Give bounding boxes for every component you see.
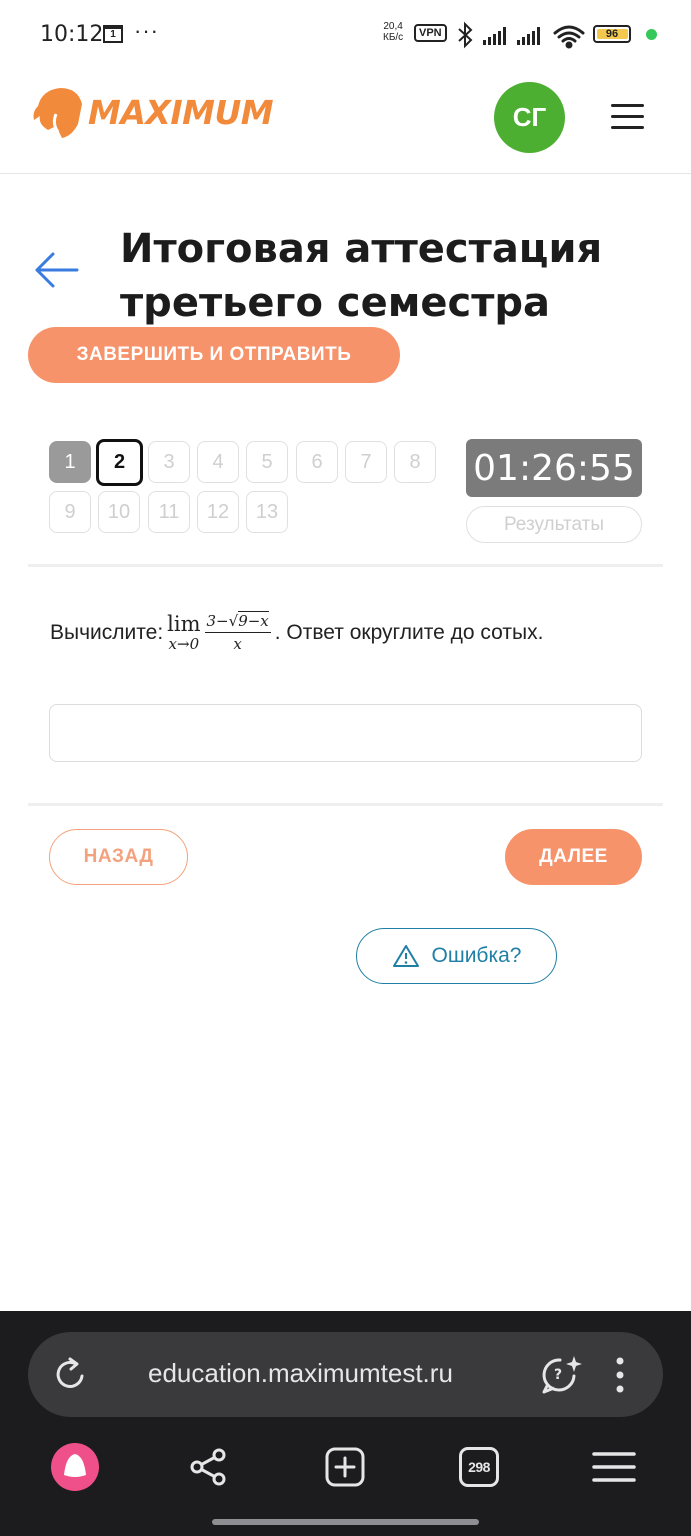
report-error-label: Ошибка? <box>431 944 522 967</box>
back-button[interactable]: НАЗАД <box>49 829 188 885</box>
question-nav-13[interactable]: 13 <box>246 491 288 533</box>
tabs-button[interactable]: 298 <box>453 1441 505 1493</box>
lim-word: lim <box>167 611 201 636</box>
share-button[interactable] <box>182 1441 234 1493</box>
limit-operator: lim x→0 <box>167 613 200 653</box>
mammoth-logo-icon <box>33 88 82 138</box>
question-nav-5[interactable]: 5 <box>246 441 288 483</box>
network-speed-value: 20,4 <box>383 21 403 32</box>
url-text[interactable]: education.maximumtest.ru <box>148 1358 453 1389</box>
network-speed-unit: КБ/с <box>383 32 404 43</box>
alice-assistant-button[interactable] <box>49 1441 101 1493</box>
report-error-button[interactable]: Ошибка? <box>356 928 557 984</box>
new-tab-button[interactable] <box>319 1441 371 1493</box>
question-text: Вычислите: lim x→0 3−√9−x x . Ответ окру… <box>50 611 650 653</box>
browser-bottom-nav: 298 <box>0 1441 691 1501</box>
answer-input[interactable] <box>49 704 642 762</box>
signal-2-icon <box>517 27 540 45</box>
bluetooth-icon <box>458 21 473 49</box>
back-arrow-icon[interactable] <box>33 250 79 290</box>
status-bar: 10:12 1 ··· 20,4 КБ/с VPN 96 <box>0 0 691 70</box>
plus-square-icon <box>325 1447 365 1487</box>
status-time: 10:12 <box>40 22 104 47</box>
question-nav-10[interactable]: 10 <box>98 491 140 533</box>
results-button[interactable]: Результаты <box>466 506 642 543</box>
fraction-numerator: 3−√9−x <box>204 611 271 633</box>
camera-indicator-dot <box>646 29 657 40</box>
vpn-icon: VPN <box>414 24 447 42</box>
finish-and-submit-button[interactable]: ЗАВЕРШИТЬ И ОТПРАВИТЬ <box>28 327 400 383</box>
svg-text:?: ? <box>554 1367 562 1383</box>
battery-icon: 96 <box>593 25 631 43</box>
fraction: 3−√9−x x <box>204 611 271 653</box>
alice-icon <box>51 1443 99 1491</box>
countdown-timer: 01:26:55 <box>466 439 642 497</box>
question-prefix: Вычислите: <box>50 620 164 644</box>
numerator-pre: 3−√ <box>206 612 239 630</box>
hamburger-menu-icon[interactable] <box>611 104 644 130</box>
question-nav-8[interactable]: 8 <box>394 441 436 483</box>
wifi-icon <box>553 25 585 49</box>
question-nav-12[interactable]: 12 <box>197 491 239 533</box>
reload-icon[interactable] <box>50 1354 90 1394</box>
signal-1-icon <box>483 27 506 45</box>
browser-toolbar: education.maximumtest.ru ? 298 <box>0 1311 691 1536</box>
question-nav-1[interactable]: 1 <box>49 441 91 483</box>
home-indicator[interactable] <box>212 1519 479 1525</box>
lim-subscript: x→0 <box>168 634 200 653</box>
warning-icon <box>392 945 419 967</box>
more-vertical-icon[interactable] <box>613 1356 627 1394</box>
hamburger-icon <box>592 1452 636 1482</box>
fraction-denominator: x <box>233 635 242 653</box>
maximum-logo[interactable]: MAXIMUM <box>32 82 274 142</box>
battery-level: 96 <box>605 28 619 40</box>
question-nav-4[interactable]: 4 <box>197 441 239 483</box>
question-nav-6[interactable]: 6 <box>296 441 338 483</box>
next-button[interactable]: ДАЛЕЕ <box>505 829 642 885</box>
connectivity-icons <box>458 21 585 49</box>
question-nav-2[interactable]: 2 <box>96 439 143 486</box>
user-avatar[interactable]: СГ <box>494 82 565 153</box>
numerator-radicand: 9−x <box>238 611 269 630</box>
question-suffix: . Ответ округлите до сотых. <box>274 620 544 644</box>
divider-bottom <box>28 803 663 806</box>
question-nav-11[interactable]: 11 <box>148 491 190 533</box>
browser-menu-button[interactable] <box>588 1441 640 1493</box>
calendar-icon: 1 <box>103 25 123 43</box>
address-bar[interactable]: education.maximumtest.ru ? <box>28 1332 663 1417</box>
tabs-count-icon: 298 <box>459 1447 499 1487</box>
share-icon <box>190 1448 226 1486</box>
question-nav-7[interactable]: 7 <box>345 441 387 483</box>
question-nav-9[interactable]: 9 <box>49 491 91 533</box>
network-speed: 20,4 КБ/с <box>383 21 403 43</box>
site-header: MAXIMUM СГ <box>0 70 691 174</box>
logo-text: MAXIMUM <box>88 92 274 132</box>
limit-formula: lim x→0 3−√9−x x <box>167 611 271 653</box>
ai-assistant-icon[interactable]: ? <box>540 1352 584 1396</box>
question-nav-3[interactable]: 3 <box>148 441 190 483</box>
page-title: Итоговая аттестация третьего семестра <box>120 226 603 326</box>
divider-top <box>28 564 663 567</box>
more-notifications-icon: ··· <box>134 18 159 43</box>
